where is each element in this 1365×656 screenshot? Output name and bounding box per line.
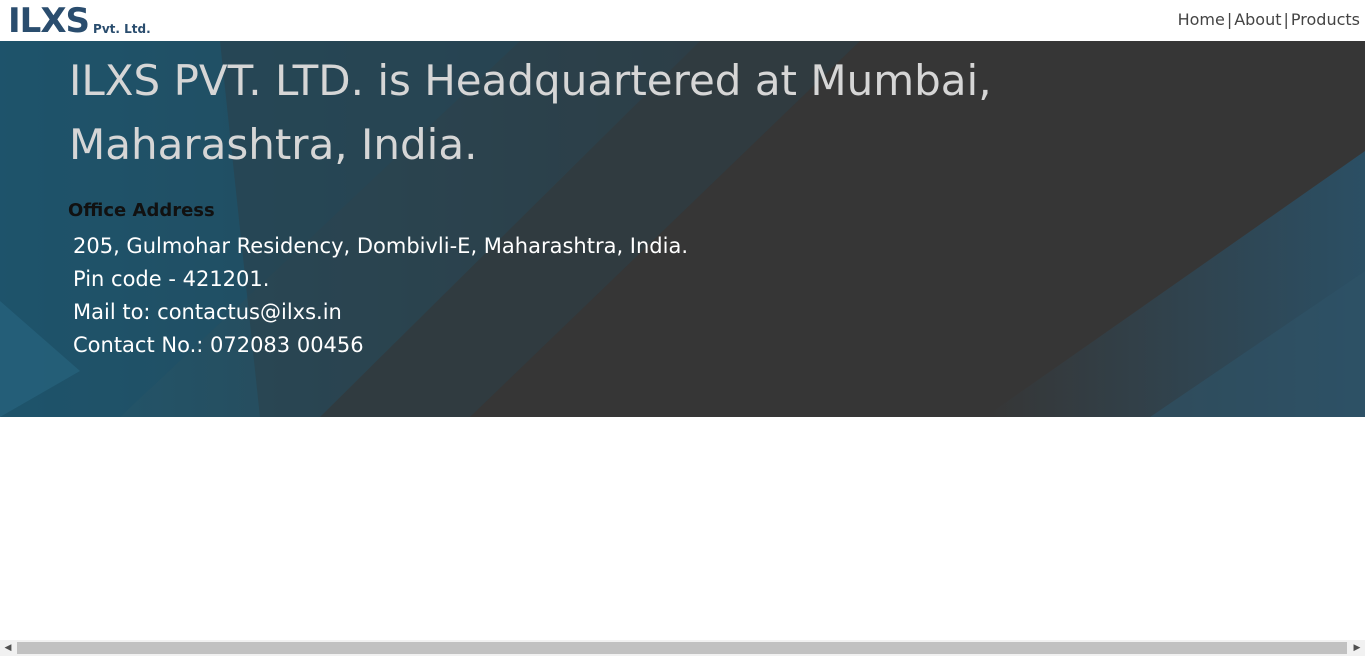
scrollbar-thumb[interactable] [17,642,1347,654]
page: ILXS Pvt. Ltd. Home | About | Products I… [0,0,1365,656]
nav-separator: | [1283,10,1289,29]
address-line-street: 205, Gulmohar Residency, Dombivli-E, Mah… [73,234,689,258]
office-address-block: 205, Gulmohar Residency, Dombivli-E, Mah… [73,230,688,362]
address-line-email[interactable]: Mail to: contactus@ilxs.in [73,296,688,329]
page-headline: ILXS PVT. LTD. is Headquartered at Mumba… [69,56,992,169]
logo-wordmark: ILXS [8,1,90,41]
horizontal-scrollbar[interactable]: ◀ ▶ [0,640,1365,656]
scroll-right-arrow-icon[interactable]: ▶ [1349,640,1365,656]
site-header: ILXS Pvt. Ltd. Home | About | Products [0,0,1365,41]
address-line-pincode: Pin code - 421201. [73,267,270,291]
nav-home-link[interactable]: Home [1178,10,1225,29]
logo-subtext: Pvt. Ltd. [93,22,151,36]
nav-about-link[interactable]: About [1234,10,1281,29]
site-logo[interactable]: ILXS Pvt. Ltd. [8,2,151,38]
office-address-heading: Office Address [68,200,215,221]
hero-banner: ILXS PVT. LTD. is Headquartered at Mumba… [0,41,1365,417]
scroll-left-arrow-icon[interactable]: ◀ [0,640,16,656]
nav-products-link[interactable]: Products [1291,10,1360,29]
address-line-phone[interactable]: Contact No.: 072083 00456 [73,329,688,362]
nav-separator: | [1226,10,1233,29]
main-nav: Home | About | Products [1178,10,1360,29]
